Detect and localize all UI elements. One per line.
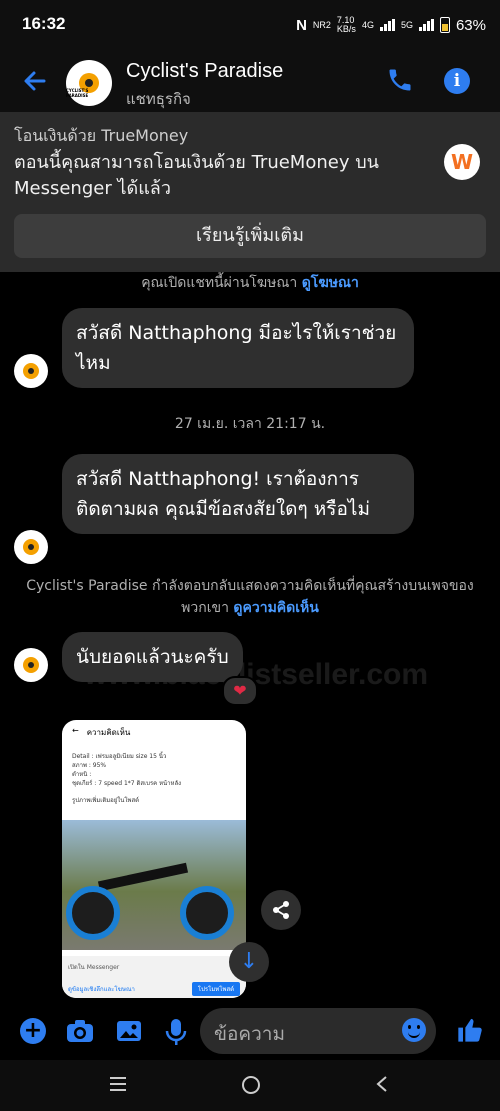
thumbs-up-icon[interactable] [456,1016,482,1042]
sender-avatar-3[interactable] [14,648,48,682]
gallery-icon[interactable] [116,1018,142,1044]
preview-header: ← ความคิดเห็น [62,720,246,748]
preview-title: ความคิดเห็น [86,728,131,737]
message-bubble-1[interactable]: สวัสดี Natthaphong มีอะไรให้เราช่วยไหม [62,308,414,388]
view-ad-link[interactable]: ดูโฆษณา [302,275,359,291]
comment-notice: Cyclist's Paradise กำลังตอบกลับแสดงความค… [0,575,500,619]
preview-details: Detail : เฟรมอลูมิเนียม size 15 นิ้ว สภา… [62,748,246,809]
status-time: 16:32 [22,14,66,33]
scroll-down-arrow-icon[interactable]: ↓ [229,942,269,982]
preview-line: สภาพ : 95% [72,762,107,769]
message-input[interactable]: ข้อความ [200,1008,436,1054]
bike-frame [97,862,189,892]
ad-notice-text: คุณเปิดแชทนี้ผ่านโฆษณา [141,275,298,291]
signal-2-icon [418,19,434,31]
chat-header: CYCLIST'S PARADISE Cyclist's Paradise แช… [0,52,500,112]
status-icons: N NR2 7.10 KB/s 4G 5G 63% [296,16,486,34]
share-icon[interactable] [261,890,301,930]
preview-line: ชุดเกียร์ : 7 speed 1*7 ดิสเบรค หน้าหลัง [72,780,182,787]
preview-promote-button: โปรโมทโพสต์ [191,982,240,996]
view-comment-link[interactable]: ดูความคิดเห็น [233,600,318,616]
comment-image-preview[interactable]: ← ความคิดเห็น Detail : เฟรมอลูมิเนียม si… [62,720,246,998]
nfc-icon: N [296,16,307,34]
cyclist-logo-icon [23,363,39,379]
preview-footer: เปิดใน Messenger ดูข้อมูลเชิงลึกและโฆษณา… [62,956,246,998]
plus-icon[interactable]: + [20,1018,46,1044]
truemoney-icon: W [444,144,480,180]
signal-1-icon [379,19,395,31]
home-icon[interactable] [240,1074,262,1102]
message-composer: + ข้อความ [0,1002,500,1060]
preview-back-icon: ← [72,726,79,735]
battery-level: 63% [455,16,486,34]
learn-more-button[interactable]: เรียนรู้เพิ่มเติม [14,214,486,258]
sender-avatar-2[interactable] [14,530,48,564]
preview-footer-text: เปิดใน Messenger [68,964,120,971]
cyclist-logo-icon [23,539,39,555]
bike-wheel-front [180,886,234,940]
preview-footer-link: ดูข้อมูลเชิงลึกและโฆษณา [68,986,135,993]
chat-subtitle: แชทธุรกิจ [126,90,191,108]
preview-caption: รูปภาพเพิ่มเติมอยู่ในโพสต์ [72,797,140,804]
banner-label: โอนเงินด้วย TrueMoney [14,126,189,145]
recent-apps-icon[interactable] [108,1074,128,1100]
battery-icon [439,17,450,33]
network-label: NR2 [312,20,331,30]
status-bar: 16:32 N NR2 7.10 KB/s 4G 5G 63% [0,0,500,52]
back-nav-icon[interactable] [372,1074,392,1100]
chat-title[interactable]: Cyclist's Paradise [126,60,283,83]
ad-notice: คุณเปิดแชทนี้ผ่านโฆษณา ดูโฆษณา [0,272,500,294]
banner-text: ตอนนี้คุณสามารถโอนเงินด้วย TrueMoney บน … [14,152,379,199]
bicycle-photo [62,820,246,950]
message-bubble-2[interactable]: สวัสดี Natthaphong! เราต้องการติดตามผล ค… [62,454,414,534]
preview-line: ตำหนิ : [72,771,92,778]
message-input-placeholder: ข้อความ [214,1023,285,1045]
message-timestamp: 27 เม.ย. เวลา 21:17 น. [174,416,326,432]
bike-wheel-rear [66,886,120,940]
logo-text: CYCLIST'S PARADISE [66,88,89,98]
system-nav-bar [0,1060,500,1111]
sender-avatar-1[interactable] [14,354,48,388]
net2-label: 5G [400,20,413,30]
camera-icon[interactable] [66,1018,93,1044]
cyclist-logo-icon [23,657,39,673]
info-icon[interactable]: i [444,68,470,94]
speed-label: 7.10 KB/s [336,15,356,34]
message-bubble-3[interactable]: นับยอดแล้วนะครับ [62,632,243,682]
phone-call-icon[interactable] [386,66,416,96]
heart-reaction-icon[interactable]: ❤ [222,676,258,706]
page-avatar[interactable]: CYCLIST'S PARADISE [66,60,112,106]
back-arrow-icon[interactable] [22,68,48,99]
emoji-icon[interactable] [402,1018,426,1042]
preview-line: Detail : เฟรมอลูมิเนียม size 15 นิ้ว [72,753,167,760]
microphone-icon[interactable] [164,1018,190,1045]
net1-label: 4G [361,20,374,30]
